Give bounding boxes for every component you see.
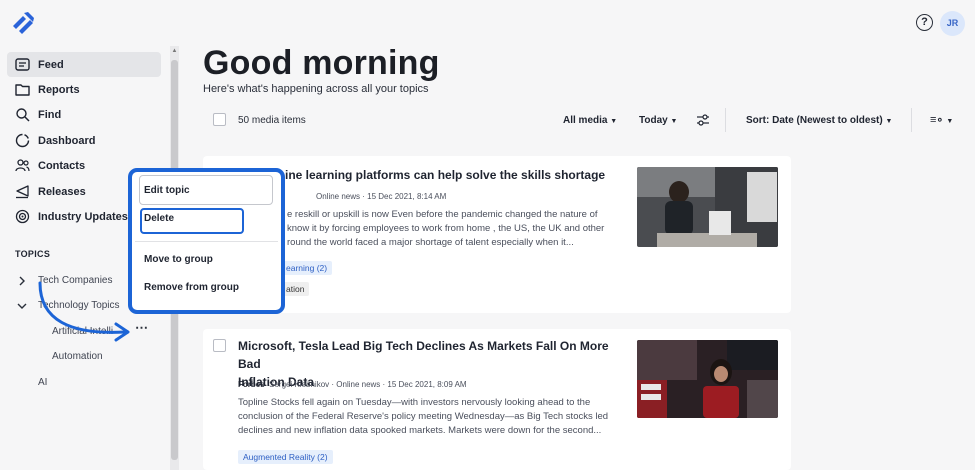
dashboard-icon	[15, 133, 30, 148]
sidebar-item-label: Feed	[38, 59, 64, 71]
topic-more-options-button[interactable]: ⋯	[135, 320, 148, 336]
article-title-line: Microsoft, Tesla Lead Big Tech Declines …	[238, 339, 609, 371]
sidebar-item-label: Contacts	[38, 160, 86, 172]
article-photo-trading-floor	[637, 340, 778, 418]
article-thumbnail[interactable]	[637, 340, 778, 418]
sidebar-item-label: Industry Updates	[38, 211, 128, 223]
feed-toolbar: 50 media items All media ▼ Today ▼ Sort:…	[203, 108, 968, 132]
search-icon	[16, 108, 30, 122]
filter-sliders-icon[interactable]	[696, 113, 710, 127]
article-meta: Online news · 15 Dec 2021, 8:14 AM	[316, 192, 447, 201]
top-bar: ? JR	[0, 0, 975, 46]
sidebar-item-label: Dashboard	[38, 135, 96, 147]
date-filter-dropdown[interactable]: Today ▼	[639, 115, 677, 126]
chevron-right-icon[interactable]	[16, 275, 28, 287]
menu-item-move-to-group[interactable]: Move to group	[144, 254, 213, 265]
sidebar-item-reports[interactable]: Reports	[7, 77, 161, 102]
article-card[interactable]: ine learning platforms can help solve th…	[203, 156, 791, 313]
caret-down-icon: ▼	[885, 118, 893, 125]
article-excerpt: Topline Stocks fell again on Tuesday—wit…	[238, 396, 628, 438]
sidebar-item-dashboard[interactable]: Dashboard	[7, 128, 161, 153]
excerpt-line: know it by forcing employees to work fro…	[287, 223, 605, 234]
topic-artificial-intelligence[interactable]: Artificial Intelli	[52, 326, 122, 337]
menu-divider	[135, 241, 278, 242]
media-filter-dropdown[interactable]: All media ▼	[563, 115, 617, 126]
scroll-up-arrow-icon[interactable]: ▲	[171, 48, 178, 55]
page-subtitle: Here's what's happening across all your …	[203, 83, 429, 95]
date-filter-label: Today	[639, 115, 668, 126]
topics-heading: TOPICS	[15, 249, 51, 259]
app-logo-icon[interactable]	[10, 9, 38, 37]
caret-down-icon: ▼	[610, 118, 618, 125]
article-title[interactable]: ine learning platforms can help solve th…	[285, 166, 605, 184]
article-source[interactable]: Forbes	[238, 380, 265, 389]
excerpt-line: round the world faced a major shortage o…	[287, 237, 574, 248]
topic-automation[interactable]: Automation	[52, 351, 103, 362]
feed-icon	[15, 58, 30, 71]
excerpt-line: Topline Stocks fell again on Tuesday—wit…	[238, 397, 591, 408]
article-excerpt: e reskill or upskill is now Even before …	[287, 208, 627, 250]
sidebar-item-label: Releases	[38, 186, 86, 198]
chevron-down-icon[interactable]	[16, 300, 28, 312]
article-card[interactable]: Microsoft, Tesla Lead Big Tech Declines …	[203, 329, 791, 470]
sidebar-item-label: Reports	[38, 84, 80, 96]
article-photo-laptop	[637, 167, 778, 247]
topic-tag[interactable]: Augmented Reality (2)	[238, 450, 333, 464]
excerpt-line: e reskill or upskill is now Even before …	[287, 209, 598, 220]
menu-item-remove-from-group[interactable]: Remove from group	[144, 282, 239, 293]
folder-icon	[15, 84, 30, 96]
topic-tag[interactable]: earning (2)	[281, 261, 333, 275]
topic-tech-companies[interactable]: Tech Companies	[38, 275, 112, 286]
view-options-button[interactable]: ≡∘ ▼	[930, 113, 953, 126]
question-circle-icon[interactable]: ?	[916, 14, 933, 31]
caret-down-icon: ▼	[946, 118, 954, 125]
select-all-checkbox[interactable]	[213, 113, 226, 126]
excerpt-line: declines and new inflation data spooked …	[238, 425, 602, 436]
broadcast-icon	[15, 209, 30, 224]
caret-down-icon: ▼	[670, 118, 678, 125]
user-avatar[interactable]: JR	[940, 11, 965, 36]
sort-label: Sort: Date (Newest to oldest)	[746, 115, 883, 126]
menu-item-edit-topic[interactable]: Edit topic	[144, 185, 190, 196]
excerpt-line: conclusion of the Federal Reserve's poli…	[238, 411, 609, 422]
topic-context-menu: Edit topic Delete Move to group Remove f…	[128, 168, 285, 314]
topic-tag[interactable]: ation	[281, 282, 310, 296]
sort-dropdown[interactable]: Sort: Date (Newest to oldest) ▼	[746, 115, 892, 126]
topic-ai[interactable]: AI	[38, 377, 47, 388]
view-options-icon: ≡∘	[930, 114, 944, 126]
topic-technology-topics[interactable]: Technology Topics	[38, 300, 120, 311]
article-author-meta: Sergei Klebnikov · Online news · 15 Dec …	[269, 380, 467, 389]
media-count: 50 media items	[238, 115, 306, 126]
sidebar-item-label: Find	[38, 109, 62, 121]
page-title: Good morning	[203, 44, 440, 82]
megaphone-icon	[16, 185, 29, 199]
sidebar-item-find[interactable]: Find	[7, 102, 161, 127]
toolbar-divider	[725, 108, 726, 132]
sidebar-item-feed[interactable]: Feed	[7, 52, 161, 77]
contacts-icon	[15, 159, 30, 172]
toolbar-divider	[911, 108, 912, 132]
menu-item-delete[interactable]: Delete	[144, 213, 174, 224]
article-thumbnail[interactable]	[637, 167, 778, 247]
media-filter-label: All media	[563, 115, 608, 126]
article-meta: Forbes Sergei Klebnikov · Online news · …	[238, 380, 467, 389]
article-checkbox[interactable]	[213, 339, 226, 352]
